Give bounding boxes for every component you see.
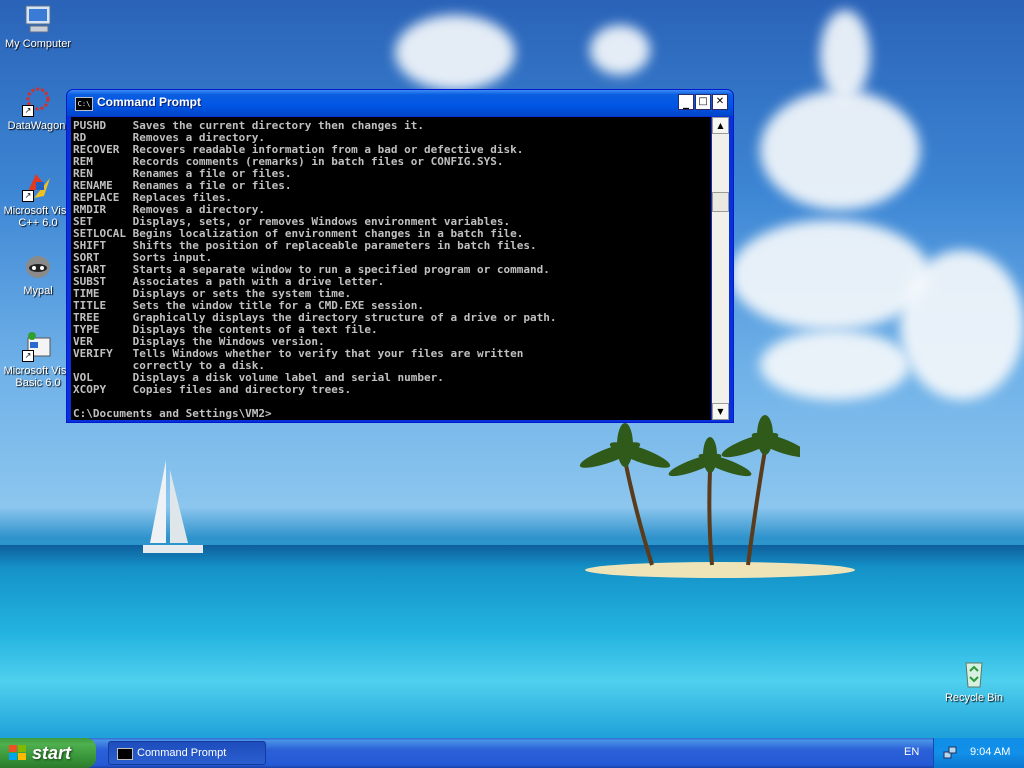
- console-output: PUSHD Saves the current directory then c…: [73, 119, 557, 420]
- window-title: Command Prompt: [97, 95, 202, 109]
- taskbar-item-command-prompt[interactable]: Command Prompt: [108, 741, 266, 765]
- my-computer-icon: [22, 3, 54, 35]
- desktop-icon-datawagon[interactable]: ↗ DataWagon.: [0, 85, 76, 132]
- windows-logo-icon: [9, 745, 26, 760]
- desktop-icon-recycle-bin[interactable]: Recycle Bin: [936, 657, 1012, 704]
- system-tray: 9:04 AM: [933, 738, 1024, 768]
- clock[interactable]: 9:04 AM: [970, 746, 1010, 758]
- visual-basic-icon: ↗: [22, 330, 54, 362]
- taskbar: start Command Prompt EN 9:04 AM: [0, 738, 1024, 768]
- desktop-icon-label: DataWagon.: [7, 120, 69, 132]
- console-area[interactable]: PUSHD Saves the current directory then c…: [71, 117, 711, 420]
- datawagon-icon: ↗: [22, 85, 54, 117]
- palm-trees-image: [579, 415, 800, 566]
- taskbar-item-label: Command Prompt: [137, 747, 227, 759]
- desktop-icon-label: Microsoft Visu Basic 6.0: [3, 365, 73, 389]
- shortcut-arrow-icon: ↗: [22, 350, 34, 362]
- sailboat-image: [143, 460, 203, 553]
- desktop-icon-visual-cpp[interactable]: ↗ Microsoft Visu C++ 6.0: [0, 170, 76, 229]
- minimize-button[interactable]: _: [678, 94, 694, 110]
- network-icon[interactable]: [943, 746, 957, 760]
- mypal-icon: [22, 250, 54, 282]
- desktop-icon-mypal[interactable]: Mypal: [0, 250, 76, 297]
- command-prompt-window[interactable]: C:\ Command Prompt _ □ ✕ PUSHD Saves the…: [66, 89, 734, 423]
- language-indicator[interactable]: EN: [904, 746, 919, 758]
- shortcut-arrow-icon: ↗: [22, 190, 34, 202]
- recycle-bin-icon: [958, 657, 990, 689]
- desktop-icon-my-computer[interactable]: My Computer: [0, 3, 76, 50]
- cmd-icon: [117, 748, 133, 760]
- desktop-icon-label: Recycle Bin: [944, 692, 1004, 704]
- desktop-icon-label: My Computer: [4, 38, 72, 50]
- maximize-button[interactable]: □: [695, 94, 711, 110]
- start-label: start: [32, 743, 72, 763]
- desktop-icon-label: Mypal: [23, 285, 53, 297]
- scroll-up-arrow-icon[interactable]: ▲: [712, 117, 729, 134]
- scroll-thumb[interactable]: [712, 192, 729, 212]
- vertical-scrollbar[interactable]: ▲ ▼: [712, 117, 729, 420]
- desktop-icon-visual-basic[interactable]: ↗ Microsoft Visu Basic 6.0: [0, 330, 76, 389]
- shortcut-arrow-icon: ↗: [22, 105, 34, 117]
- window-title-bar[interactable]: C:\ Command Prompt _ □ ✕: [67, 90, 733, 116]
- cmd-icon: C:\: [75, 97, 93, 111]
- visual-cpp-icon: ↗: [22, 170, 54, 202]
- close-button[interactable]: ✕: [712, 94, 728, 110]
- scroll-down-arrow-icon[interactable]: ▼: [712, 403, 729, 420]
- start-button[interactable]: start: [0, 738, 96, 768]
- desktop-icon-label: Microsoft Visu C++ 6.0: [3, 205, 73, 229]
